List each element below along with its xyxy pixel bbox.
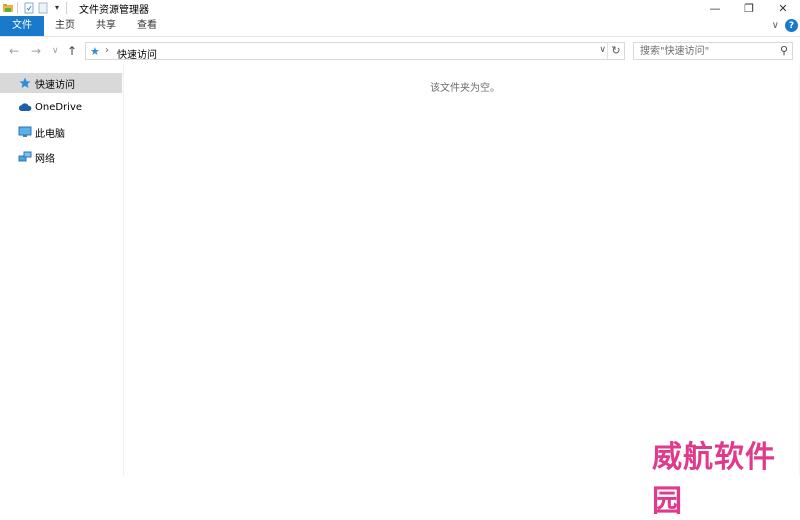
refresh-button[interactable]: ↻ [607,43,624,59]
up-button[interactable]: ↑ [67,44,77,58]
back-button[interactable]: ← [9,44,19,58]
minimize-button[interactable]: — [698,0,732,16]
forward-button[interactable]: → [31,44,41,58]
sidebar-item-quick-access[interactable]: 快速访问 [0,73,122,93]
toolbar-separator [66,2,67,14]
watermark-logo: 威航软件园 [652,440,776,519]
breadcrumb-separator[interactable]: › [105,45,109,56]
title-bar: ▾ 文件资源管理器 — ❐ ✕ [0,0,800,16]
tab-view[interactable]: 查看 [137,16,157,36]
sidebar-item-onedrive[interactable]: OneDrive [0,97,122,117]
star-icon [18,76,32,90]
folder-app-icon[interactable] [2,2,14,14]
sidebar-item-label: 快速访问 [35,79,75,91]
tab-home[interactable]: 主页 [55,16,75,36]
quick-access-toolbar: ▾ [0,0,70,16]
sidebar-item-label: OneDrive [35,101,83,113]
address-dropdown-button[interactable]: ∨ [599,45,606,55]
sidebar-item-label: 此电脑 [35,128,65,140]
properties-icon[interactable] [23,2,35,14]
expand-ribbon-icon[interactable]: ∨ [772,20,779,31]
sidebar-item-label: 网络 [35,153,55,165]
search-icon[interactable]: ⚲ [780,44,788,57]
help-icon[interactable]: ? [785,19,798,32]
close-button[interactable]: ✕ [766,0,800,16]
empty-folder-message: 该文件夹为空。 [430,83,500,94]
recent-locations-button[interactable]: ∨ [52,46,59,56]
sidebar-item-this-pc[interactable]: 此电脑 [0,122,122,142]
new-folder-icon[interactable] [37,2,49,14]
navigation-bar: ← → ∨ ↑ ★ › 快速访问 ∨ ↻ ⚲ [0,37,800,65]
window-title: 文件资源管理器 [79,5,149,16]
cloud-icon [18,100,32,114]
star-icon: ★ [90,45,100,58]
customize-toolbar-icon[interactable]: ▾ [51,2,63,14]
network-icon [18,150,32,164]
tab-file[interactable]: 文件 [0,16,44,36]
maximize-button[interactable]: ❐ [732,0,766,16]
navigation-pane: 快速访问 OneDrive 此电脑 网络 [0,65,124,476]
tab-share[interactable]: 共享 [96,16,116,36]
toolbar-separator [17,2,18,14]
search-input[interactable] [634,43,778,59]
ribbon: 文件 主页 共享 查看 ∨ ? [0,16,800,37]
search-box[interactable]: ⚲ [633,42,793,60]
breadcrumb-quick-access[interactable]: 快速访问 [117,46,157,61]
address-bar[interactable]: ★ › 快速访问 ∨ ↻ [85,42,625,61]
computer-icon [18,125,32,139]
sidebar-item-network[interactable]: 网络 [0,147,122,167]
